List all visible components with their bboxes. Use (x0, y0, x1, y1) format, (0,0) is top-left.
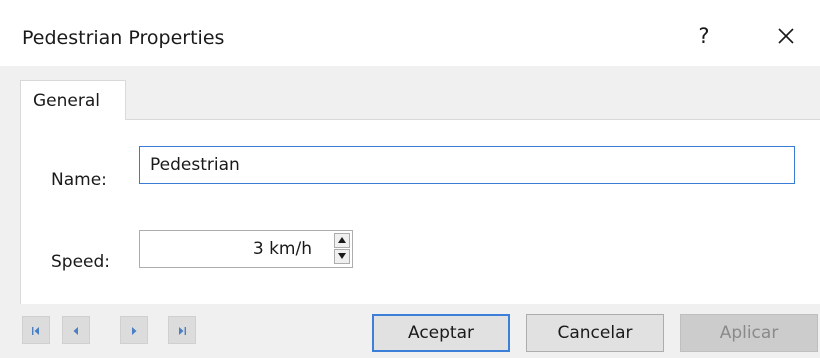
speed-decrement-button[interactable] (334, 249, 350, 264)
apply-button[interactable]: Aplicar (680, 314, 818, 352)
first-record-button[interactable] (22, 316, 50, 344)
general-tab-page: Name: Speed: 3 km/h (20, 119, 820, 304)
name-input[interactable] (139, 146, 795, 184)
close-button[interactable] (770, 20, 802, 52)
last-record-button[interactable] (168, 316, 196, 344)
tab-general-label: General (33, 91, 100, 111)
cancel-button[interactable]: Cancelar (526, 314, 664, 352)
help-button[interactable]: ? (692, 22, 716, 50)
next-record-icon (121, 326, 147, 336)
speed-stepper[interactable]: 3 km/h (139, 230, 353, 268)
tab-general[interactable]: General (20, 80, 126, 120)
dialog-body: General Name: Speed: 3 km/h (0, 66, 820, 304)
previous-record-button[interactable] (62, 316, 90, 344)
dialog-footer: Aceptar Cancelar Aplicar (0, 304, 820, 358)
speed-value: 3 km/h (252, 239, 312, 259)
last-record-icon (169, 326, 195, 336)
title-bar: Pedestrian Properties ? (0, 0, 820, 66)
ok-button[interactable]: Aceptar (372, 314, 510, 352)
first-record-icon (23, 326, 49, 336)
close-icon (770, 20, 802, 52)
window-title: Pedestrian Properties (22, 27, 225, 49)
speed-increment-button[interactable] (334, 233, 350, 248)
speed-label: Speed: (51, 252, 111, 272)
arrow-up-icon (335, 237, 349, 243)
pedestrian-properties-dialog: Pedestrian Properties ? General Name: Sp… (0, 0, 820, 358)
previous-record-icon (63, 326, 89, 336)
name-label: Name: (51, 170, 107, 190)
arrow-down-icon (335, 253, 349, 259)
next-record-button[interactable] (120, 316, 148, 344)
